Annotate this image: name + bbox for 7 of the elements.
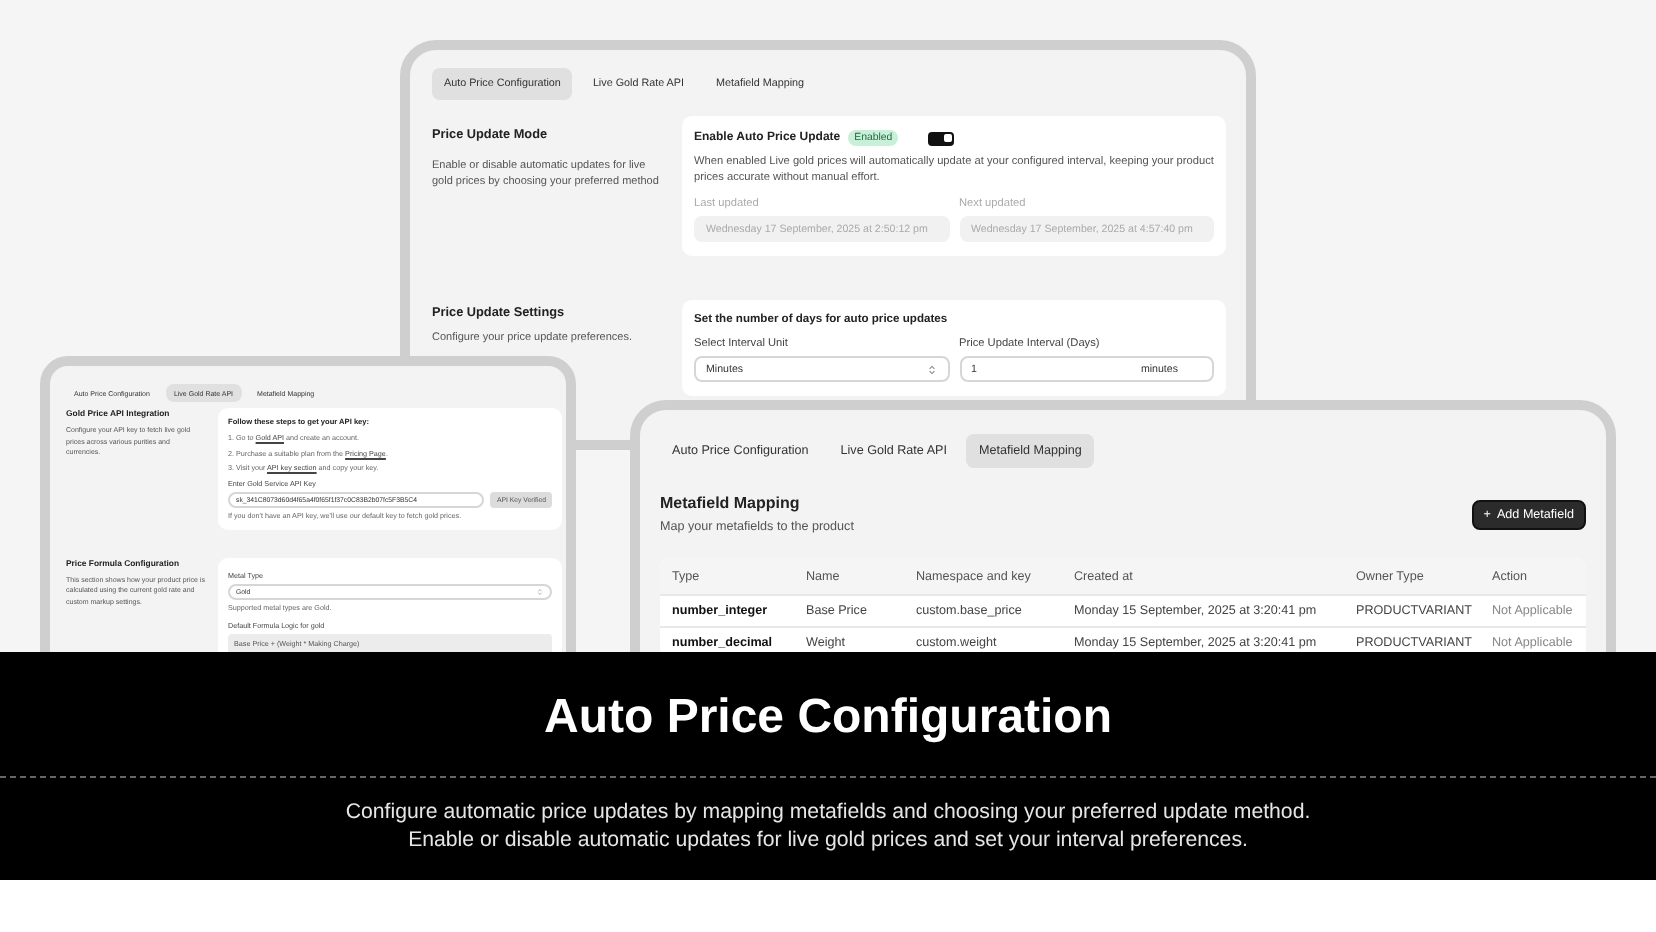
toggle-switch[interactable] [928, 131, 955, 145]
chevron-updown-icon [536, 587, 544, 595]
banner-description: Enable or disable automatic updates for live gold prices and set your interval preferences. [408, 826, 1248, 854]
chevron-updown-icon [925, 363, 937, 376]
banner-description: Configure automatic price updates by mapping metafields and choosing your preferred update method. [345, 798, 1311, 826]
page-title: Metafield Mapping [660, 494, 802, 512]
banner-title: Auto Price Configuration [544, 690, 1112, 746]
